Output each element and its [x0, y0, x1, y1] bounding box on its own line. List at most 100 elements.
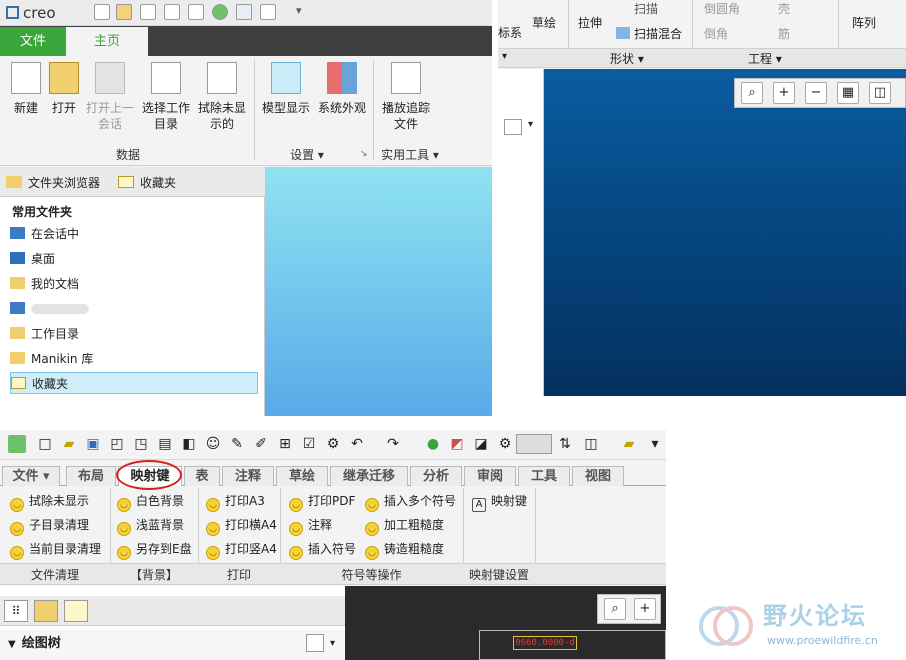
erase-not-displayed-button[interactable]: 拭除未显示的 — [196, 62, 248, 132]
window-menu-icon[interactable]: ◫ — [582, 435, 600, 453]
shell-button[interactable]: 壳 — [778, 0, 790, 17]
group-label-shapes[interactable]: 形状 ▾ — [610, 50, 644, 67]
select-working-dir-button[interactable]: 选择工作目录 — [140, 62, 192, 132]
zoom-out-icon[interactable]: − — [805, 82, 827, 104]
refit-icon[interactable]: ⌕ — [741, 82, 763, 104]
new-icon[interactable]: □ — [36, 435, 54, 453]
tab-review[interactable]: 审阅 — [464, 466, 516, 486]
mapkey-casting-roughness[interactable]: ◡ 铸造粗糙度 — [365, 538, 444, 560]
folder-icon[interactable]: ▰ — [620, 435, 638, 453]
list-view-icon[interactable] — [504, 119, 522, 135]
mapkey-save-to-e[interactable]: ◡ 另存到E盘 — [117, 538, 192, 560]
swept-blend-button[interactable]: 扫描混合 — [616, 25, 682, 42]
selection-filter-dropdown[interactable] — [516, 434, 552, 454]
open-button[interactable]: 打开 — [38, 62, 90, 116]
mapkey-settings-button[interactable]: A 映射键 — [472, 490, 527, 512]
tab-home[interactable]: 主页 — [66, 27, 148, 56]
open-session-icon[interactable] — [140, 4, 156, 20]
folder-item-favorites[interactable]: 收藏夹 — [10, 372, 258, 394]
switch-icon[interactable]: ◳ — [132, 435, 150, 453]
window-icon[interactable] — [236, 4, 252, 20]
refit-icon[interactable]: ⌕ — [604, 598, 626, 620]
folder-item-my-documents[interactable]: 我的文档 — [10, 273, 258, 295]
options-icon[interactable]: ⇅ — [556, 435, 574, 453]
group-label-settings[interactable]: 设置 ▾ — [282, 146, 332, 163]
drawing-tree-header[interactable]: ▼ 绘图树 ▾ — [0, 630, 345, 660]
redo-icon[interactable]: ↷ — [384, 435, 402, 453]
favorites-tab-icon[interactable] — [64, 600, 88, 622]
mapkey-note[interactable]: ◡ 注释 — [289, 514, 332, 536]
zoom-in-icon[interactable]: + — [634, 598, 656, 620]
zoom-in-icon[interactable]: + — [773, 82, 795, 104]
tree-tab-icon[interactable]: ⠿ — [4, 600, 28, 622]
system-appearance-button[interactable]: 系统外观 — [316, 62, 368, 116]
collapse-chevron-icon[interactable]: ▾ — [502, 51, 507, 62]
graphics-window[interactable] — [265, 167, 492, 416]
round-button[interactable]: 倒圆角 — [704, 0, 740, 17]
tools-icon[interactable]: ⚙ — [496, 435, 514, 453]
green-dot-icon[interactable]: ● — [424, 435, 442, 453]
tab-table[interactable]: 表 — [184, 466, 220, 486]
mapkey-insert-symbol[interactable]: ◡ 插入符号 — [289, 538, 356, 560]
macro-icon[interactable]: ◧ — [180, 435, 198, 453]
smiley-icon[interactable]: ☺ — [204, 435, 222, 453]
collapse-icon[interactable]: ▼ — [8, 639, 16, 650]
tab-analysis[interactable]: 分析 — [410, 466, 462, 486]
graphics-window[interactable] — [544, 69, 906, 396]
tab-layout[interactable]: 布局 — [66, 466, 116, 486]
erase-icon[interactable]: ✐ — [252, 435, 270, 453]
save-icon[interactable]: ▣ — [84, 435, 102, 453]
folder-item-desktop[interactable]: 桌面 — [10, 248, 258, 270]
folder-item-manikin[interactable]: Manikin 库 — [10, 348, 258, 370]
customize-chevron-icon[interactable]: ▾ — [296, 4, 302, 17]
layer-icon[interactable]: ◪ — [472, 435, 490, 453]
switch-window-icon[interactable] — [260, 4, 276, 20]
tab-folder-browser[interactable]: 文件夹浏览器 — [6, 172, 100, 194]
sweep-button[interactable]: 扫描 — [634, 0, 658, 17]
saved-views-icon[interactable]: ◫ — [869, 82, 891, 104]
folder-item-in-session[interactable]: 在会话中 — [10, 223, 258, 245]
pattern-button[interactable]: 阵列 — [852, 14, 876, 31]
group-label-utilities[interactable]: 实用工具 ▾ — [378, 146, 442, 163]
tab-favorites[interactable]: 收藏夹 — [118, 172, 176, 194]
mapkey-print-portrait-a4[interactable]: ◡ 打印竖A4 — [206, 538, 277, 560]
model-display-button[interactable]: 模型显示 — [260, 62, 312, 116]
drawing-graphics-window[interactable]: ⌕ + 0660.0000-d — [345, 586, 666, 660]
tab-tools[interactable]: 工具 — [518, 466, 570, 486]
play-trail-file-button[interactable]: 播放追踪文件 — [380, 62, 432, 132]
new-icon[interactable] — [94, 4, 110, 20]
tab-file[interactable]: 文件 — [0, 27, 66, 56]
folder-item-working-dir[interactable]: 工作目录 — [10, 323, 258, 345]
customize-chevron-icon[interactable]: ▾ — [646, 435, 664, 453]
mapkey-white-background[interactable]: ◡ 白色背景 — [117, 490, 184, 512]
mapkey-current-dir-cleanup[interactable]: ◡ 当前目录清理 — [10, 538, 101, 560]
group-label-engineering[interactable]: 工程 ▾ — [748, 50, 782, 67]
window-icon[interactable]: ◰ — [108, 435, 126, 453]
dialog-launcher-icon[interactable]: ↘ — [360, 149, 368, 159]
app-icon[interactable] — [8, 435, 26, 453]
erase-icon[interactable] — [188, 4, 204, 20]
sketch-button[interactable]: 草绘 — [532, 14, 556, 31]
tab-annotate[interactable]: 注释 — [222, 466, 274, 486]
tab-legacy-migration[interactable]: 继承迁移 — [330, 466, 408, 486]
appearance-icon[interactable]: ◩ — [448, 435, 466, 453]
tab-file[interactable]: 文件 ▾ — [2, 466, 60, 486]
green-status-icon[interactable] — [212, 4, 228, 20]
tree-icon[interactable]: ⊞ — [276, 435, 294, 453]
print-icon[interactable]: ▤ — [156, 435, 174, 453]
mapkey-print-pdf[interactable]: ◡ 打印PDF — [289, 490, 355, 512]
mapkey-insert-multiple-symbols[interactable]: ◡ 插入多个符号 — [365, 490, 456, 512]
extrude-button[interactable]: 拉伸 — [578, 14, 602, 31]
open-icon[interactable]: ▰ — [60, 435, 78, 453]
edit-icon[interactable]: ✎ — [228, 435, 246, 453]
tab-view[interactable]: 视图 — [572, 466, 624, 486]
mapkey-print-landscape-a4[interactable]: ◡ 打印横A4 — [206, 514, 277, 536]
coord-system-button[interactable]: 标系 — [498, 24, 522, 41]
list-dropdown-icon[interactable]: ▾ — [528, 119, 533, 130]
select-dir-icon[interactable] — [164, 4, 180, 20]
open-icon[interactable] — [116, 4, 132, 20]
chamfer-button[interactable]: 倒角 — [704, 25, 728, 42]
mapkey-print-a3[interactable]: ◡ 打印A3 — [206, 490, 265, 512]
rib-button[interactable]: 筋 — [778, 25, 790, 42]
tab-sketch[interactable]: 草绘 — [276, 466, 328, 486]
